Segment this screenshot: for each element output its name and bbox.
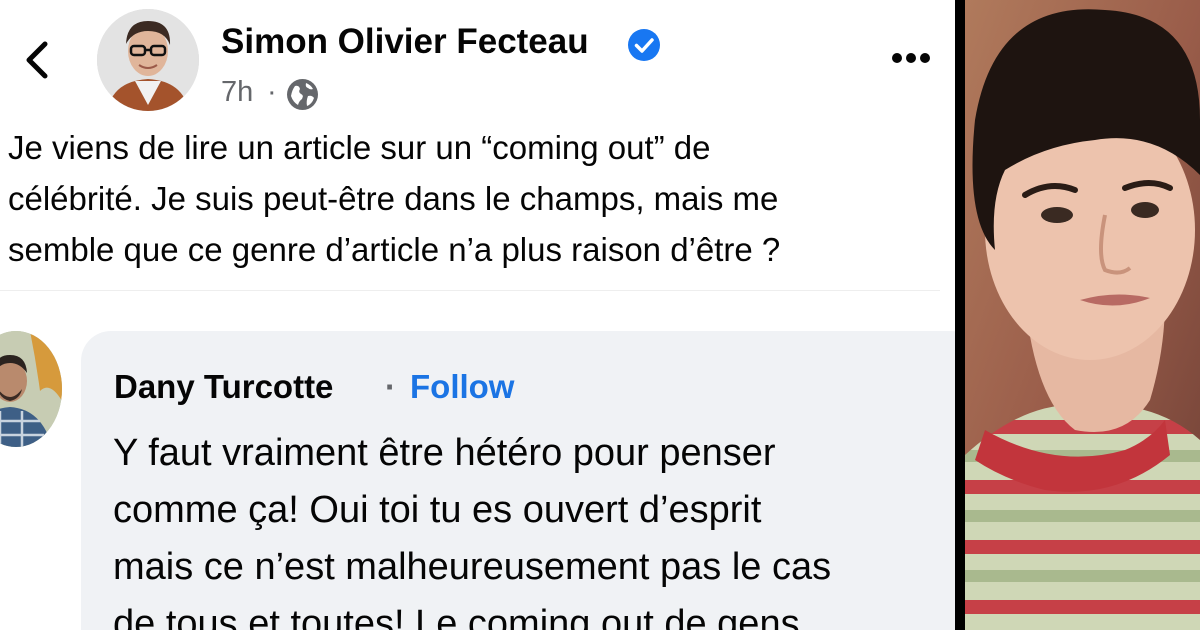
post-body-text: Je viens de lire un article sur un “comi… [8, 122, 948, 275]
comment-body-text: Y faut vraiment être hétéro pour penser … [113, 425, 955, 630]
comment-text-line: de tous et toutes! Le coming out de gens [113, 603, 800, 630]
more-options-button[interactable] [885, 40, 937, 76]
chevron-left-icon [26, 41, 48, 79]
timestamp-separator: · [267, 76, 277, 108]
vertical-divider [955, 0, 965, 630]
author-photo [97, 9, 199, 111]
divider-line [0, 290, 940, 291]
portrait-illustration [965, 0, 1200, 630]
comment-text-line: comme ça! Oui toi tu es ouvert d’esprit [113, 489, 762, 531]
post-author-name[interactable]: Simon Olivier Fecteau [221, 22, 589, 62]
post-text-line: semble que ce genre d’article n’a plus r… [8, 231, 781, 268]
commenter-name[interactable]: Dany Turcotte [114, 368, 333, 406]
more-options-icon [892, 53, 930, 63]
follow-separator: · [385, 368, 396, 405]
verified-badge-icon [628, 29, 660, 61]
post-timestamp[interactable]: 7h [221, 76, 253, 109]
facebook-post-screenshot: Simon Olivier Fecteau 7h · Je viens de l… [0, 0, 955, 630]
post-text-line: célébrité. Je suis peut-être dans le cha… [8, 180, 779, 217]
comment-text-line: mais ce n’est malheureusement pas le cas [113, 546, 832, 588]
post-text-line: Je viens de lire un article sur un “comi… [8, 129, 711, 166]
follow-button[interactable]: Follow [410, 368, 514, 406]
portrait-photo [965, 0, 1200, 630]
globe-icon [287, 79, 318, 110]
author-avatar[interactable] [97, 9, 199, 111]
back-button[interactable] [18, 40, 58, 80]
commenter-avatar[interactable] [0, 331, 62, 447]
commenter-photo [0, 331, 62, 447]
comment-text-line: Y faut vraiment être hétéro pour penser [113, 432, 776, 474]
